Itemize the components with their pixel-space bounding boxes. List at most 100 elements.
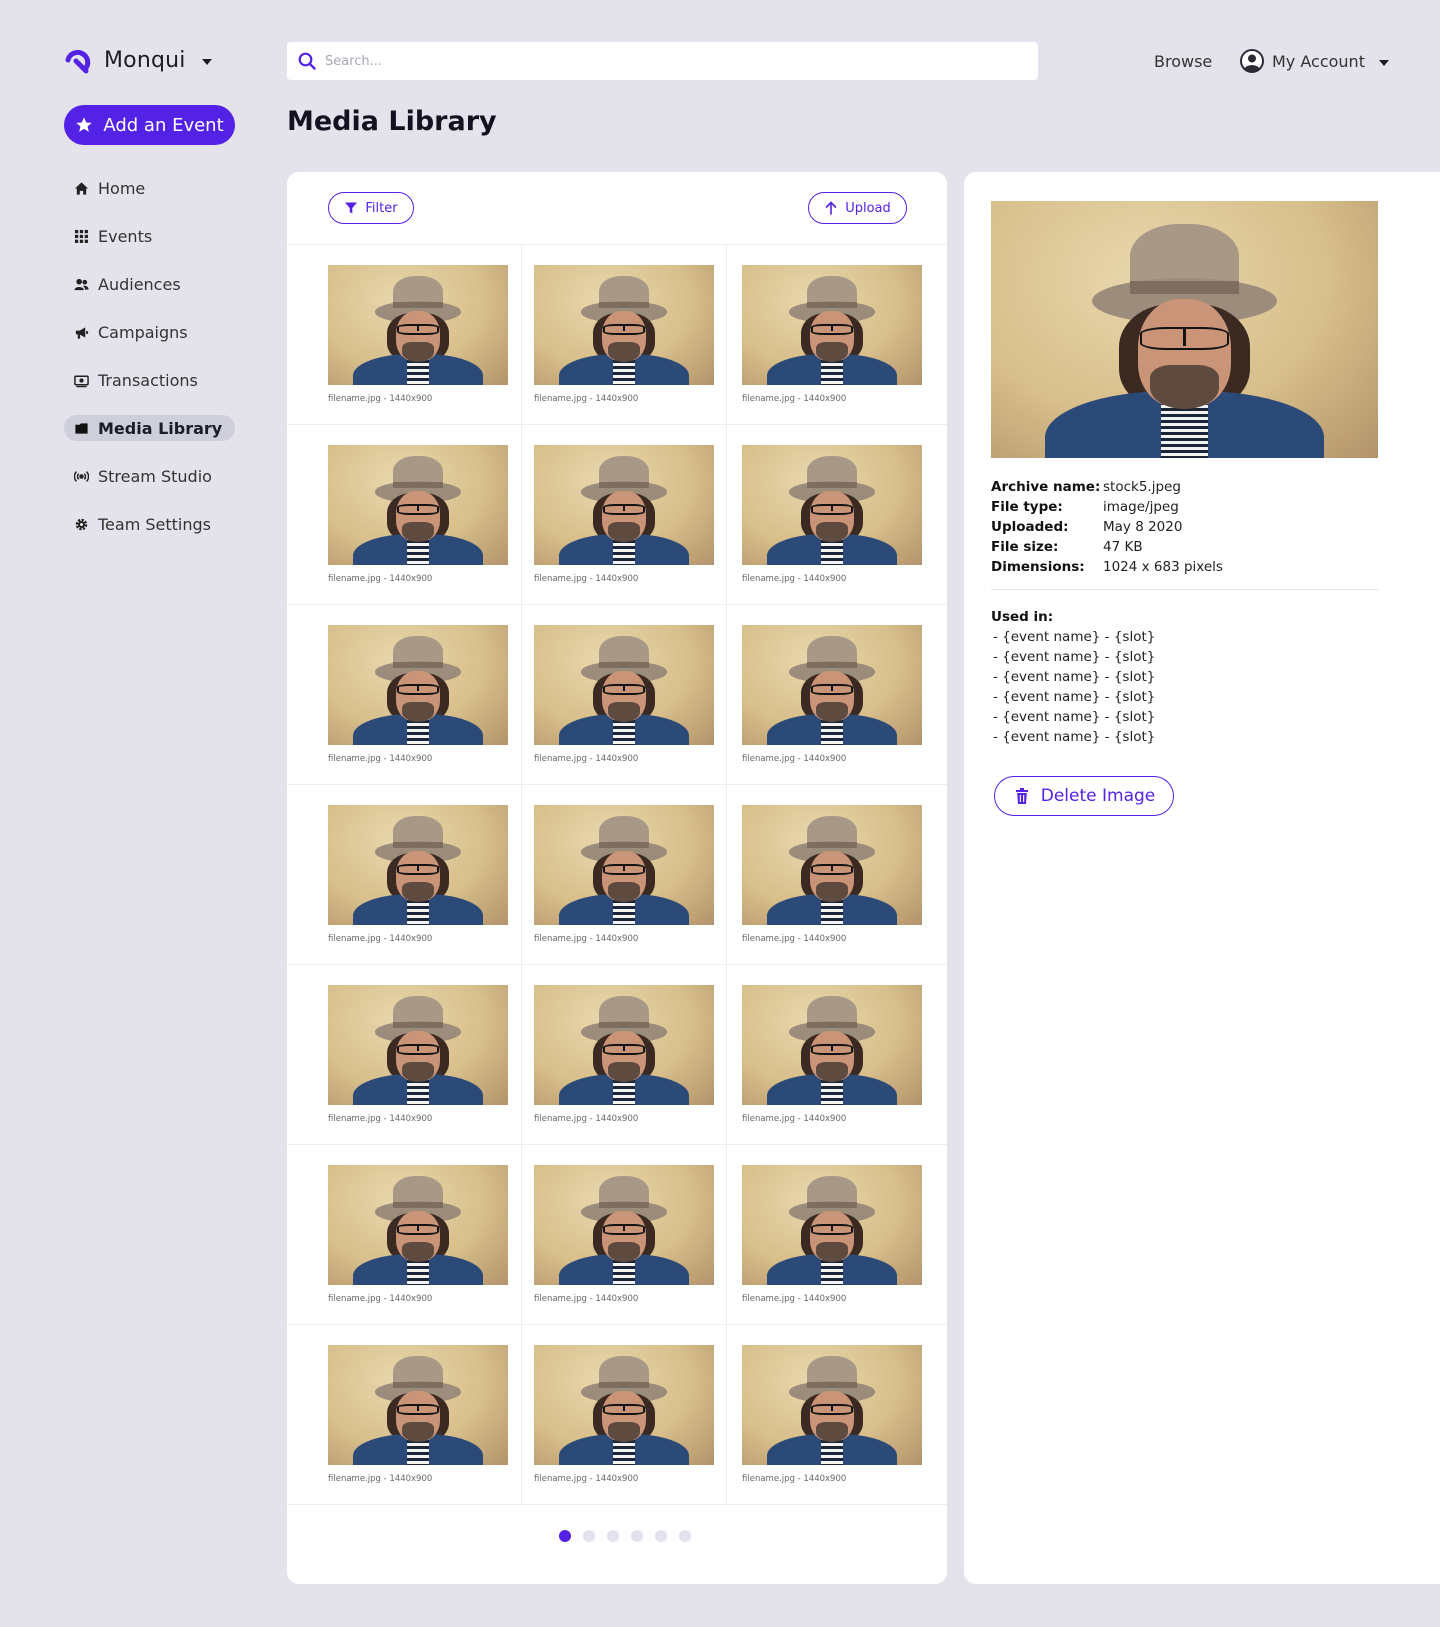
- media-thumbnail: [534, 805, 714, 925]
- media-item[interactable]: filename.jpg - 1440x900: [727, 245, 947, 425]
- media-gallery: Filter Upload filename.jpg - 1440x900 fil…: [287, 172, 947, 1584]
- media-thumbnail: [742, 985, 922, 1105]
- brand-name: Monqui: [104, 47, 186, 73]
- media-item[interactable]: filename.jpg - 1440x900: [287, 965, 522, 1145]
- media-item[interactable]: filename.jpg - 1440x900: [522, 245, 727, 425]
- delete-image-button[interactable]: Delete Image: [994, 776, 1174, 816]
- meta-value: May 8 2020: [1103, 519, 1183, 535]
- media-thumbnail: [328, 1165, 508, 1285]
- media-item[interactable]: filename.jpg - 1440x900: [287, 785, 522, 965]
- filter-label: Filter: [365, 200, 398, 216]
- sidebar-item-stream-studio[interactable]: Stream Studio: [64, 463, 235, 489]
- media-item[interactable]: filename.jpg - 1440x900: [522, 785, 727, 965]
- sidebar-item-media-library[interactable]: Media Library: [64, 415, 235, 441]
- media-item[interactable]: filename.jpg - 1440x900: [522, 965, 727, 1145]
- sidebar-item-label: Media Library: [98, 418, 223, 438]
- media-caption: filename.jpg - 1440x900: [742, 1294, 847, 1304]
- media-item[interactable]: filename.jpg - 1440x900: [727, 965, 947, 1145]
- meta-row: Uploaded: May 8 2020: [991, 517, 1223, 537]
- sidebar-item-audiences[interactable]: Audiences: [64, 271, 235, 297]
- used-in-item: - {event name} - {slot}: [993, 709, 1156, 725]
- upload-label: Upload: [845, 200, 891, 216]
- media-thumbnail: [534, 445, 714, 565]
- sidebar-item-label: Campaigns: [98, 322, 188, 342]
- sidebar-item-label: Audiences: [98, 274, 181, 294]
- pagination: [295, 1530, 947, 1542]
- brand-switcher[interactable]: Monqui: [62, 42, 212, 78]
- media-thumbnail: [742, 805, 922, 925]
- page-dot[interactable]: [583, 1530, 595, 1542]
- media-item[interactable]: filename.jpg - 1440x900: [287, 245, 522, 425]
- upload-button[interactable]: Upload: [808, 192, 907, 224]
- media-item[interactable]: filename.jpg - 1440x900: [287, 1145, 522, 1325]
- media-caption: filename.jpg - 1440x900: [534, 1114, 639, 1124]
- sidebar-item-label: Team Settings: [98, 514, 211, 534]
- used-in-item: - {event name} - {slot}: [993, 689, 1156, 705]
- page-dot[interactable]: [679, 1530, 691, 1542]
- used-in-item: - {event name} - {slot}: [993, 629, 1156, 645]
- media-item[interactable]: filename.jpg - 1440x900: [287, 425, 522, 605]
- media-caption: filename.jpg - 1440x900: [328, 754, 433, 764]
- meta-key: Dimensions:: [991, 559, 1085, 575]
- used-in-item: - {event name} - {slot}: [993, 669, 1156, 685]
- media-caption: filename.jpg - 1440x900: [534, 1474, 639, 1484]
- filter-icon: [345, 202, 358, 214]
- image-metadata: Archive name: stock5.jpeg File type: ima…: [991, 477, 1223, 577]
- add-event-label: Add an Event: [103, 114, 224, 136]
- media-item[interactable]: filename.jpg - 1440x900: [727, 1145, 947, 1325]
- media-thumbnail: [328, 445, 508, 565]
- page-dot[interactable]: [607, 1530, 619, 1542]
- media-item[interactable]: filename.jpg - 1440x900: [727, 605, 947, 785]
- sidebar-item-campaigns[interactable]: Campaigns: [64, 319, 235, 345]
- sidebar-item-transactions[interactable]: Transactions: [64, 367, 235, 393]
- media-thumbnail: [328, 985, 508, 1105]
- sidebar-nav: Home Events Audiences Campaigns Transact…: [64, 175, 235, 559]
- media-thumbnail: [534, 1345, 714, 1465]
- media-item[interactable]: filename.jpg - 1440x900: [287, 1325, 522, 1505]
- media-caption: filename.jpg - 1440x900: [328, 574, 433, 584]
- sidebar-item-home[interactable]: Home: [64, 175, 235, 201]
- media-item[interactable]: filename.jpg - 1440x900: [522, 425, 727, 605]
- media-thumbnail: [742, 445, 922, 565]
- media-caption: filename.jpg - 1440x900: [742, 394, 847, 404]
- media-caption: filename.jpg - 1440x900: [534, 934, 639, 944]
- sidebar-item-events[interactable]: Events: [64, 223, 235, 249]
- meta-value: image/jpeg: [1103, 499, 1179, 515]
- megaphone-icon: [74, 325, 89, 340]
- media-caption: filename.jpg - 1440x900: [328, 1114, 433, 1124]
- used-in-list: Used in: - {event name} - {slot} - {even…: [991, 607, 1155, 747]
- search-input[interactable]: [325, 53, 1038, 69]
- meta-key: File type:: [991, 499, 1063, 515]
- sidebar-item-label: Stream Studio: [98, 466, 212, 486]
- page-dot[interactable]: [631, 1530, 643, 1542]
- media-item[interactable]: filename.jpg - 1440x900: [727, 1325, 947, 1505]
- media-item[interactable]: filename.jpg - 1440x900: [727, 785, 947, 965]
- sidebar-item-team-settings[interactable]: Team Settings: [64, 511, 235, 537]
- page-title: Media Library: [287, 106, 497, 137]
- media-item[interactable]: filename.jpg - 1440x900: [522, 1145, 727, 1325]
- add-event-button[interactable]: Add an Event: [64, 105, 235, 145]
- media-item[interactable]: filename.jpg - 1440x900: [727, 425, 947, 605]
- media-caption: filename.jpg - 1440x900: [534, 1294, 639, 1304]
- browse-link[interactable]: Browse: [1154, 52, 1212, 71]
- media-caption: filename.jpg - 1440x900: [742, 574, 847, 584]
- media-thumbnail: [328, 625, 508, 745]
- page-dot[interactable]: [559, 1530, 571, 1542]
- meta-row: Dimensions: 1024 x 683 pixels: [991, 557, 1223, 577]
- media-caption: filename.jpg - 1440x900: [742, 754, 847, 764]
- media-caption: filename.jpg - 1440x900: [534, 574, 639, 584]
- search-bar: [287, 42, 1038, 80]
- star-icon: [76, 117, 93, 132]
- divider: [991, 589, 1378, 590]
- media-thumbnail: [328, 1345, 508, 1465]
- meta-key: File size:: [991, 539, 1059, 555]
- media-item[interactable]: filename.jpg - 1440x900: [522, 605, 727, 785]
- account-menu[interactable]: My Account: [1240, 49, 1389, 73]
- meta-row: Archive name: stock5.jpeg: [991, 477, 1223, 497]
- page-dot[interactable]: [655, 1530, 667, 1542]
- media-item[interactable]: filename.jpg - 1440x900: [287, 605, 522, 785]
- delete-image-label: Delete Image: [1040, 786, 1156, 806]
- filter-button[interactable]: Filter: [328, 192, 414, 224]
- media-caption: filename.jpg - 1440x900: [742, 1474, 847, 1484]
- media-item[interactable]: filename.jpg - 1440x900: [522, 1325, 727, 1505]
